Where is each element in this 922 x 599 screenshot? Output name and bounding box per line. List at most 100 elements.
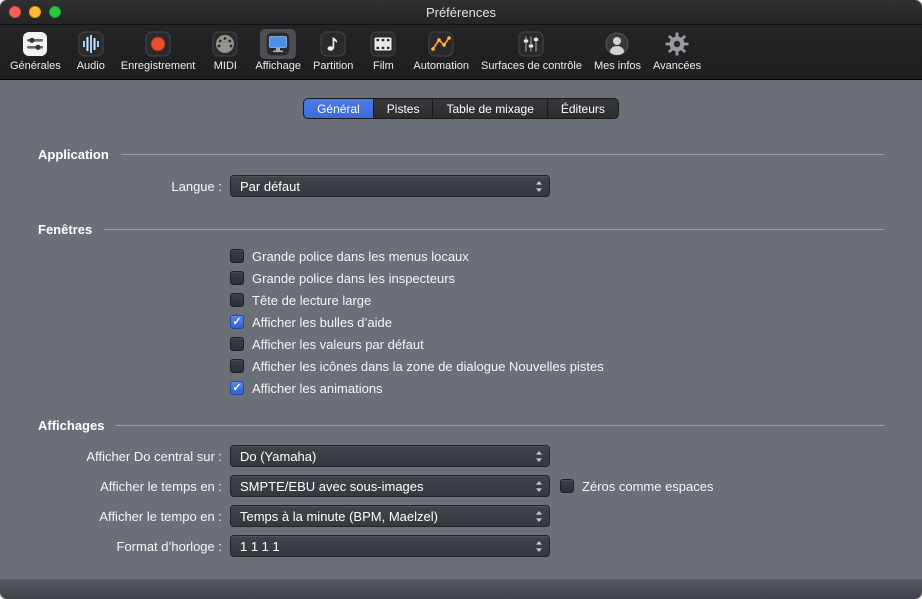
music-note-icon bbox=[315, 29, 351, 59]
section-fenetres: Fenêtres bbox=[38, 221, 884, 237]
user-silhouette-icon bbox=[599, 29, 635, 59]
checkbox-label: Zéros comme espaces bbox=[582, 478, 714, 494]
checkbox[interactable] bbox=[560, 479, 574, 493]
tab-label: Table de mixage bbox=[446, 101, 534, 116]
toolbar-item-partition[interactable]: Partition bbox=[307, 28, 359, 73]
gear-icon bbox=[659, 29, 695, 59]
toolbar-item-label: MIDI bbox=[213, 60, 237, 72]
toolbar-item-label: Enregistrement bbox=[120, 60, 196, 72]
toolbar-item-mes-infos[interactable]: Mes infos bbox=[588, 28, 647, 73]
window-bottom-edge bbox=[0, 579, 922, 599]
checkbox-label: Afficher les animations bbox=[252, 380, 383, 396]
checkbox[interactable] bbox=[230, 315, 244, 329]
section-title: Affichages bbox=[38, 417, 105, 433]
toolbar-item-label: Affichage bbox=[255, 60, 302, 72]
checkbox[interactable] bbox=[230, 381, 244, 395]
select-value: SMPTE/EBU avec sous-images bbox=[240, 478, 424, 494]
checkbox-label: Afficher les bulles d’aide bbox=[252, 314, 392, 330]
general-icon bbox=[17, 29, 53, 59]
control-surface-faders-icon bbox=[513, 29, 549, 59]
checkbox-label: Tête de lecture large bbox=[252, 292, 372, 308]
display-monitor-icon bbox=[260, 29, 297, 59]
chevron-up-down-icon bbox=[535, 510, 543, 526]
clock-format-row: Format d’horloge : 1 1 1 1 bbox=[38, 535, 922, 557]
toolbar-item-midi[interactable]: MIDI bbox=[201, 28, 249, 73]
toolbar-item-label: Générales bbox=[10, 60, 61, 72]
section-application: Application bbox=[38, 146, 884, 162]
chevron-up-down-icon bbox=[535, 180, 543, 196]
clock-format-select[interactable]: 1 1 1 1 bbox=[230, 535, 550, 557]
checkbox[interactable] bbox=[230, 249, 244, 263]
checkbox-row-default-values[interactable]: Afficher les valeurs par défaut bbox=[230, 333, 922, 355]
midi-connector-icon bbox=[207, 29, 243, 59]
tab-pistes[interactable]: Pistes bbox=[373, 99, 434, 118]
toolbar-item-affichage[interactable]: Affichage bbox=[249, 28, 307, 73]
tab-label: Général bbox=[317, 101, 360, 116]
toolbar-item-label: Surfaces de contrôle bbox=[481, 60, 582, 72]
toolbar-item-automation[interactable]: Automation bbox=[407, 28, 475, 73]
clock-format-label: Format d’horloge : bbox=[116, 538, 223, 554]
tab-label: Pistes bbox=[386, 101, 420, 116]
checkbox-row-large-inspectors[interactable]: Grande police dans les inspecteurs bbox=[230, 267, 922, 289]
close-button[interactable] bbox=[9, 6, 21, 18]
zoom-button[interactable] bbox=[49, 6, 61, 18]
section-divider bbox=[120, 153, 884, 155]
middle-c-row: Afficher Do central sur : Do (Yamaha) bbox=[38, 445, 922, 467]
checkbox-row-animations[interactable]: Afficher les animations bbox=[230, 377, 922, 399]
toolbar-item-enregistrement[interactable]: Enregistrement bbox=[115, 28, 202, 73]
toolbar-item-label: Partition bbox=[313, 60, 354, 72]
middle-c-select[interactable]: Do (Yamaha) bbox=[230, 445, 550, 467]
select-value: Par défaut bbox=[240, 178, 300, 194]
time-display-select[interactable]: SMPTE/EBU avec sous-images bbox=[230, 475, 550, 497]
tab-table-de-mixage[interactable]: Table de mixage bbox=[433, 99, 548, 118]
checkbox-row-help-tags[interactable]: Afficher les bulles d’aide bbox=[230, 311, 922, 333]
select-value: Temps à la minute (BPM, Maelzel) bbox=[240, 508, 438, 524]
tempo-display-select[interactable]: Temps à la minute (BPM, Maelzel) bbox=[230, 505, 550, 527]
chevron-up-down-icon bbox=[535, 540, 543, 556]
chevron-up-down-icon bbox=[535, 480, 543, 496]
time-display-row: Afficher le temps en : SMPTE/EBU avec so… bbox=[38, 475, 922, 497]
automation-curve-icon bbox=[423, 29, 459, 59]
zeros-as-spaces-option[interactable]: Zéros comme espaces bbox=[560, 479, 714, 494]
checkbox[interactable] bbox=[230, 359, 244, 373]
checkbox[interactable] bbox=[230, 293, 244, 307]
toolbar-item-film[interactable]: Film bbox=[359, 28, 407, 73]
language-select[interactable]: Par défaut bbox=[230, 175, 550, 197]
language-label: Langue : bbox=[171, 178, 222, 194]
toolbar-item-generales[interactable]: Générales bbox=[4, 28, 67, 73]
preferences-content: Général Pistes Table de mixage Éditeurs … bbox=[0, 98, 922, 557]
tempo-display-label: Afficher le tempo en : bbox=[99, 508, 222, 524]
checkbox-label: Grande police dans les menus locaux bbox=[252, 248, 469, 264]
checkbox-row-new-tracks-icons[interactable]: Afficher les icônes dans la zone de dial… bbox=[230, 355, 922, 377]
toolbar-item-label: Film bbox=[373, 60, 394, 72]
audio-waveform-icon bbox=[73, 29, 109, 59]
traffic-lights bbox=[9, 6, 61, 18]
time-display-label: Afficher le temps en : bbox=[100, 478, 222, 494]
checkbox-row-wide-playhead[interactable]: Tête de lecture large bbox=[230, 289, 922, 311]
toolbar-item-label: Automation bbox=[413, 60, 470, 72]
checkbox[interactable] bbox=[230, 271, 244, 285]
toolbar-item-surfaces-de-controle[interactable]: Surfaces de contrôle bbox=[475, 28, 588, 73]
middle-c-label: Afficher Do central sur : bbox=[86, 448, 222, 464]
chevron-up-down-icon bbox=[535, 450, 543, 466]
section-affichages: Affichages bbox=[38, 417, 884, 433]
tempo-display-row: Afficher le tempo en : Temps à la minute… bbox=[38, 505, 922, 527]
checkbox-row-large-local-menus[interactable]: Grande police dans les menus locaux bbox=[230, 245, 922, 267]
tab-label: Éditeurs bbox=[560, 101, 605, 116]
windows-options-list: Grande police dans les menus locaux Gran… bbox=[230, 245, 922, 399]
window-title: Préférences bbox=[425, 4, 497, 20]
toolbar-item-avancees[interactable]: Avancées bbox=[647, 28, 707, 73]
film-frame-icon bbox=[365, 29, 401, 59]
checkbox-label: Afficher les icônes dans la zone de dial… bbox=[252, 358, 604, 374]
toolbar-item-label: Audio bbox=[76, 60, 105, 72]
section-title: Application bbox=[38, 146, 109, 162]
toolbar-item-audio[interactable]: Audio bbox=[67, 28, 115, 73]
language-row: Langue : Par défaut bbox=[38, 175, 922, 197]
tab-bar: Général Pistes Table de mixage Éditeurs bbox=[303, 98, 619, 119]
tab-general[interactable]: Général bbox=[304, 99, 374, 118]
checkbox-label: Grande police dans les inspecteurs bbox=[252, 270, 456, 286]
tab-editeurs[interactable]: Éditeurs bbox=[547, 99, 618, 118]
select-value: 1 1 1 1 bbox=[240, 538, 280, 554]
checkbox[interactable] bbox=[230, 337, 244, 351]
minimize-button[interactable] bbox=[29, 6, 41, 18]
